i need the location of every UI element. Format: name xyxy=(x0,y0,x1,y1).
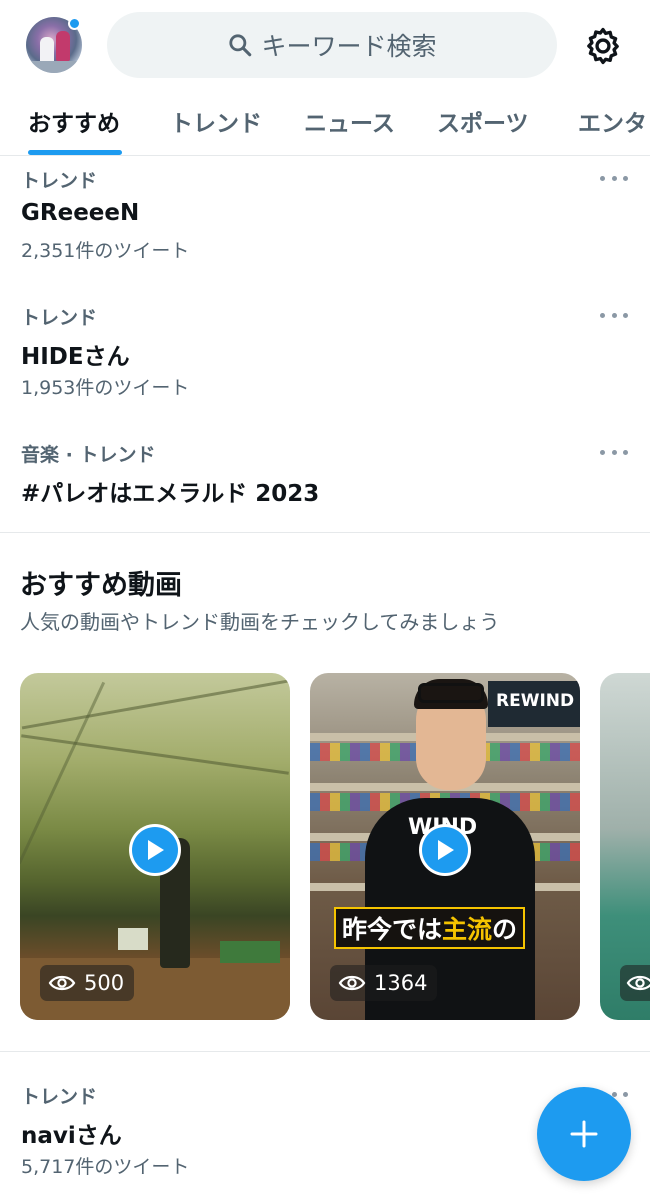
video-thumbnail-detail xyxy=(418,683,484,703)
caption-text: 昨今では xyxy=(342,915,443,944)
gear-icon[interactable] xyxy=(582,25,624,67)
explore-page: キーワード検索 おすすめ トレンド ニュース スポーツ エンタ トレンド GRe… xyxy=(0,0,650,1200)
view-count-badge: 500 xyxy=(40,965,135,1001)
trend-item[interactable]: 音楽 · トレンド #パレオはエメラルド 2023 xyxy=(0,440,650,510)
video-card[interactable]: REWIND WIND 昨今では主流の 1364 xyxy=(310,673,580,1020)
play-icon[interactable] xyxy=(419,824,471,876)
tab-entertainment[interactable]: エンタ xyxy=(578,104,647,138)
avatar-ground xyxy=(26,61,82,73)
trend-category: 音楽 · トレンド xyxy=(21,444,156,466)
plus-icon xyxy=(570,1120,598,1148)
video-thumbnail-detail xyxy=(118,928,148,950)
trend-name: GReeeeN xyxy=(21,200,140,226)
search-placeholder: キーワード検索 xyxy=(261,32,437,61)
trend-tweet-count: 1,953件のツイート xyxy=(21,377,190,399)
tab-bar: おすすめ トレンド ニュース スポーツ エンタ xyxy=(0,92,650,156)
view-count: 1364 xyxy=(374,971,428,995)
view-count-badge: 1364 xyxy=(330,965,438,1001)
tab-news[interactable]: ニュース xyxy=(304,104,395,138)
trend-tweet-count: 2,351件のツイート xyxy=(21,240,190,262)
video-thumbnail-detail xyxy=(220,941,280,963)
trend-category: トレンド xyxy=(21,1086,98,1108)
trend-tweet-count: 5,717件のツイート xyxy=(21,1156,190,1178)
trend-category: トレンド xyxy=(21,170,98,192)
more-icon[interactable] xyxy=(600,447,628,457)
section-subtitle: 人気の動画やトレンド動画をチェックしてみましょう xyxy=(20,610,500,634)
view-count: 500 xyxy=(84,971,125,995)
eye-icon xyxy=(626,975,650,991)
video-thumbnail-detail xyxy=(21,679,289,730)
notification-dot xyxy=(68,17,81,30)
tab-recommended[interactable]: おすすめ xyxy=(28,104,120,138)
avatar-figure xyxy=(56,31,70,61)
section-divider xyxy=(0,532,650,533)
search-bar[interactable]: キーワード検索 xyxy=(107,12,557,78)
trend-name: HIDEさん xyxy=(21,344,130,370)
caption-highlight: 主流 xyxy=(442,915,493,944)
section-title: おすすめ動画 xyxy=(20,570,182,601)
more-icon[interactable] xyxy=(600,310,628,320)
trend-item[interactable]: トレンド HIDEさん 1,953件のツイート xyxy=(0,303,650,403)
more-icon[interactable] xyxy=(600,173,628,183)
tab-sports[interactable]: スポーツ xyxy=(437,104,529,138)
eye-icon xyxy=(48,975,76,991)
tab-trending[interactable]: トレンド xyxy=(170,104,262,138)
play-icon[interactable] xyxy=(129,824,181,876)
eye-icon xyxy=(338,975,366,991)
header: キーワード検索 xyxy=(0,0,650,92)
trend-name: #パレオはエメラルド 2023 xyxy=(21,481,320,507)
avatar-figure xyxy=(40,37,54,63)
section-divider xyxy=(0,1051,650,1052)
video-caption: 昨今では主流の xyxy=(334,907,526,949)
trend-name: naviさん xyxy=(21,1123,122,1149)
search-icon xyxy=(229,34,252,57)
video-card[interactable]: 500 xyxy=(20,673,290,1020)
store-banner: REWIND xyxy=(488,681,580,727)
trend-item[interactable]: トレンド GReeeeN 2,351件のツイート xyxy=(0,166,650,266)
compose-button[interactable] xyxy=(537,1087,631,1181)
video-card[interactable] xyxy=(600,673,650,1020)
view-count-badge xyxy=(620,965,650,1001)
active-tab-indicator xyxy=(28,150,122,155)
trend-category: トレンド xyxy=(21,307,98,329)
video-thumbnail-detail xyxy=(20,681,106,865)
caption-text: の xyxy=(492,915,518,944)
banner-text: REWIND xyxy=(496,691,575,711)
